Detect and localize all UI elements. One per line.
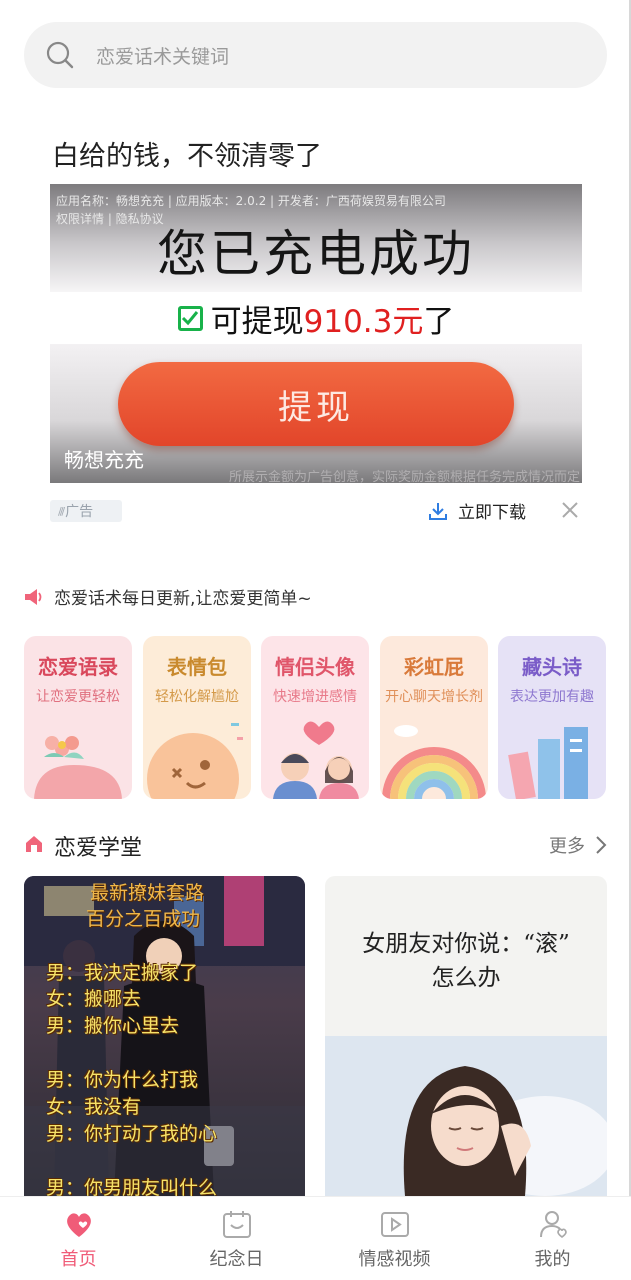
ad-bottom-panel: 提现 畅想充充 所展示金额为广告创意，实际奖励金额根据任务完成情况而定	[50, 344, 582, 483]
books-icon	[508, 727, 588, 799]
bottom-tab-bar: 首页 纪念日 情感视频 我的	[0, 1196, 631, 1280]
download-label[interactable]: 立即下载	[458, 498, 526, 523]
notice-bar: 恋爱话术每日更新,让恋爱更简单~	[24, 584, 312, 609]
tab-home[interactable]: 首页	[0, 1197, 157, 1280]
check-icon	[177, 305, 203, 331]
withdraw-suffix: 了	[423, 303, 455, 340]
girl-photo	[325, 1036, 607, 1196]
card-subtitle: 快速增进感情	[273, 689, 357, 705]
tab-anniversary[interactable]: 纪念日	[158, 1197, 315, 1280]
more-link[interactable]: 更多	[549, 832, 607, 858]
article-question-line2: 怎么办	[431, 965, 501, 991]
tab-label: 情感视频	[358, 1249, 431, 1270]
ad-brand: 畅想充充	[64, 448, 144, 472]
smiley-icon	[147, 723, 243, 799]
ad-disclaimer: 所展示金额为广告创意，实际奖励金额根据任务完成情况而定	[228, 470, 580, 483]
ad-footer: /// 广告 立即下载	[50, 498, 590, 524]
search-bar[interactable]: 恋爱话术关键词	[24, 22, 607, 88]
chevron-right-icon	[596, 836, 607, 854]
article-card-pickup-lines[interactable]: 最新撩妹套路 百分之百成功 男：我决定搬家了 女：搬哪去 男：搬你心里去 男：你…	[24, 876, 305, 1196]
withdraw-button[interactable]: 提现	[118, 362, 514, 446]
withdraw-amount: 910.3元	[303, 303, 424, 340]
tab-profile[interactable]: 我的	[474, 1197, 631, 1280]
notice-text: 恋爱话术每日更新,让恋爱更简单~	[54, 589, 312, 609]
tab-label: 首页	[60, 1249, 97, 1270]
line-4: 男：你为什么打我	[46, 1069, 199, 1091]
ad-logo-icon: ///	[58, 504, 65, 518]
couple-icon	[273, 721, 359, 799]
card-title: 藏头诗	[522, 655, 582, 679]
category-card-rainbow[interactable]: 彩虹屁 开心聊天增长剂	[380, 636, 488, 799]
ad-tag: /// 广告	[50, 500, 122, 522]
category-card-quotes[interactable]: 恋爱语录 让恋爱更轻松	[24, 636, 132, 799]
line-5: 女：我没有	[46, 1096, 142, 1118]
download-icon	[429, 502, 447, 520]
house-icon	[26, 836, 42, 852]
search-icon	[46, 41, 74, 69]
category-cards: 恋爱语录 让恋爱更轻松 表情包 轻松化解尴尬 情侣头像 快速增进感情 彩虹屁 开…	[24, 636, 607, 799]
category-card-stickers[interactable]: 表情包 轻松化解尴尬	[143, 636, 251, 799]
line-3: 男：搬你心里去	[46, 1015, 180, 1037]
ad-tag-label: 广告	[65, 504, 94, 520]
card-title: 表情包	[167, 655, 227, 679]
download-button[interactable]: 立即下载	[428, 498, 526, 523]
withdraw-prefix: 可提现	[210, 303, 304, 340]
ad-top-panel: 应用名称：畅想充充 | 应用版本：2.0.2 | 开发者：广西荷娱贸易有限公司 …	[50, 184, 582, 292]
article-heading-1: 最新撩妹套路	[90, 882, 205, 904]
tab-label: 我的	[534, 1249, 571, 1270]
ad-banner[interactable]: 应用名称：畅想充充 | 应用版本：2.0.2 | 开发者：广西荷娱贸易有限公司 …	[50, 184, 582, 483]
article-card-gun-reply[interactable]: 女朋友对你说：“滚” 怎么办	[325, 876, 607, 1196]
search-input[interactable]: 恋爱话术关键词	[96, 42, 229, 69]
card-title: 彩虹屁	[404, 655, 464, 679]
card-subtitle: 表达更加有趣	[510, 689, 594, 705]
article-heading-2: 百分之百成功	[86, 908, 201, 930]
card-subtitle: 开心聊天增长剂	[385, 689, 483, 705]
profile-icon	[540, 1211, 567, 1239]
speaker-icon	[25, 588, 42, 605]
calendar-icon	[223, 1211, 251, 1238]
line-7: 男：你男朋友叫什么	[46, 1177, 218, 1196]
ad-title[interactable]: 白给的钱，不领清零了	[52, 134, 322, 173]
section-title: 恋爱学堂	[54, 836, 143, 861]
ad-meta-line1: 应用名称：畅想充充 | 应用版本：2.0.2 | 开发者：广西荷娱贸易有限公司	[56, 194, 446, 208]
line-2: 女：搬哪去	[46, 988, 142, 1010]
card-title: 情侣头像	[275, 655, 355, 679]
flower-pot-icon	[34, 736, 122, 799]
card-subtitle: 让恋爱更轻松	[36, 689, 120, 705]
card-title: 恋爱语录	[38, 655, 118, 679]
category-card-acrostic[interactable]: 藏头诗 表达更加有趣	[498, 636, 606, 799]
close-icon[interactable]	[560, 500, 580, 520]
card-subtitle: 轻松化解尴尬	[155, 689, 239, 705]
ad-headline: 您已充电成功	[157, 225, 475, 283]
tab-label: 纪念日	[209, 1249, 264, 1270]
tab-emotion-video[interactable]: 情感视频	[316, 1197, 473, 1280]
heart-home-icon	[67, 1213, 91, 1237]
line-1: 男：我决定搬家了	[46, 962, 199, 984]
love-school-header: 恋爱学堂 更多	[24, 830, 607, 861]
more-label[interactable]: 更多	[549, 832, 585, 858]
ad-withdraw-line: 可提现 910.3元了	[50, 292, 582, 344]
rainbow-icon	[382, 725, 486, 799]
article-question-line1: 女朋友对你说：“滚”	[362, 931, 570, 957]
video-icon	[381, 1212, 409, 1237]
line-6: 男：你打动了我的心	[46, 1123, 218, 1145]
category-card-couple-avatars[interactable]: 情侣头像 快速增进感情	[261, 636, 369, 799]
